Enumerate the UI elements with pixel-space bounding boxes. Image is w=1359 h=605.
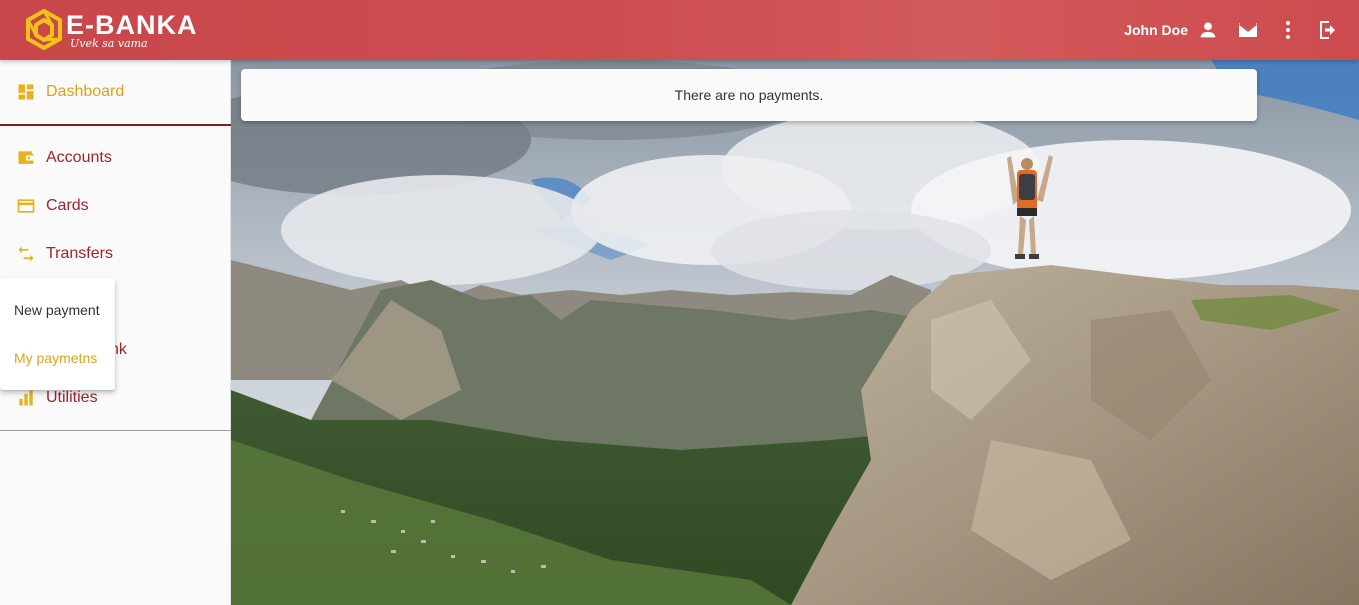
sidebar-item-label: Dashboard (46, 83, 125, 100)
sidebar-item-dashboard[interactable]: Dashboard (0, 68, 231, 116)
bar-chart-icon (19, 390, 33, 406)
user-name[interactable]: John Doe (1124, 22, 1188, 38)
sidebar-item-transfers[interactable]: Transfers (0, 230, 231, 278)
brand[interactable]: E-BANKA Uvek sa vama (24, 0, 198, 60)
logo-icon (26, 9, 62, 50)
more-vert-icon[interactable] (1276, 18, 1300, 42)
card-icon (17, 199, 35, 213)
sidebar-item-accounts[interactable]: Accounts (0, 134, 231, 182)
dashboard-icon (18, 84, 34, 100)
mail-icon[interactable] (1236, 18, 1260, 42)
background-image (231, 60, 1359, 605)
sidebar-item-label: Accounts (46, 149, 112, 166)
swap-icon (18, 246, 34, 262)
top-bar: E-BANKA Uvek sa vama John Doe (0, 0, 1359, 60)
submenu-item-new-payment[interactable]: New payment (0, 286, 115, 334)
wallet-icon (18, 151, 34, 164)
sidebar-divider (0, 124, 231, 126)
transfers-submenu: New payment My paymetns (0, 278, 115, 390)
sidebar-divider (0, 430, 231, 431)
logout-icon[interactable] (1316, 18, 1340, 42)
submenu-item-my-payments[interactable]: My paymetns (0, 334, 115, 382)
sidebar-item-label: Cards (46, 197, 89, 214)
brand-slogan: Uvek sa vama (70, 36, 148, 50)
sidebar-item-cards[interactable]: Cards (0, 182, 231, 230)
main-content: There are no payments. (231, 60, 1359, 605)
brand-name: E-BANKA (66, 9, 198, 40)
sidebar-item-label: Transfers (46, 245, 113, 262)
person-icon[interactable] (1196, 18, 1220, 42)
no-payments-notice: There are no payments. (241, 69, 1257, 121)
sidebar-item-label: Utilities (46, 389, 98, 406)
